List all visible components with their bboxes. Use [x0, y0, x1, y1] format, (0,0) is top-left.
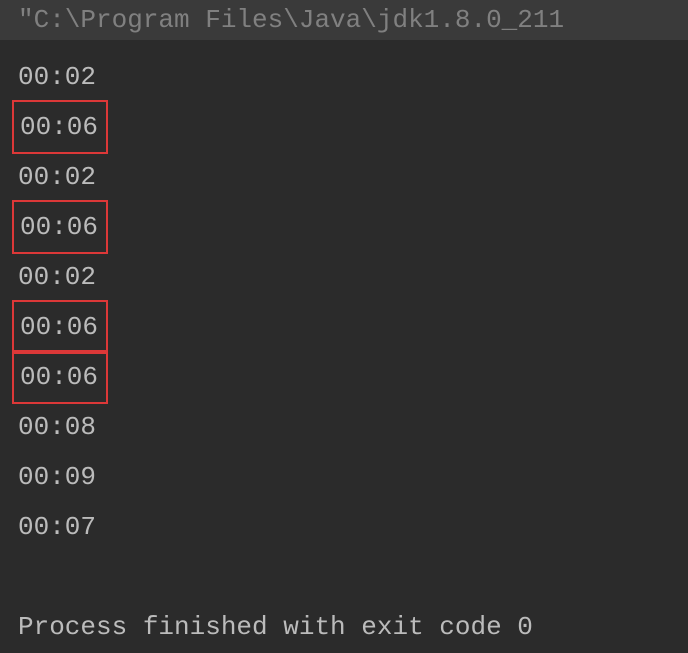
output-line: 00:02: [12, 52, 108, 103]
output-line: 00:02: [12, 252, 108, 303]
command-header: "C:\Program Files\Java\jdk1.8.0_211: [0, 0, 688, 40]
process-exit-message: Process finished with exit code 0: [0, 602, 688, 653]
output-line: 00:06: [12, 300, 108, 355]
output-line: 00:06: [12, 100, 108, 155]
blank-line: [18, 552, 688, 602]
exit-text: Process finished with exit code 0: [18, 612, 533, 642]
output-line: 00:07: [12, 502, 108, 553]
output-line: 00:02: [12, 152, 108, 203]
output-line: 00:08: [12, 402, 108, 453]
output-line: 00:09: [12, 452, 108, 503]
console-output: 00:02 00:06 00:02 00:06 00:02 00:06 00:0…: [0, 52, 688, 602]
output-line: 00:06: [12, 350, 108, 405]
output-line: 00:06: [12, 200, 108, 255]
command-text: "C:\Program Files\Java\jdk1.8.0_211: [18, 5, 564, 35]
